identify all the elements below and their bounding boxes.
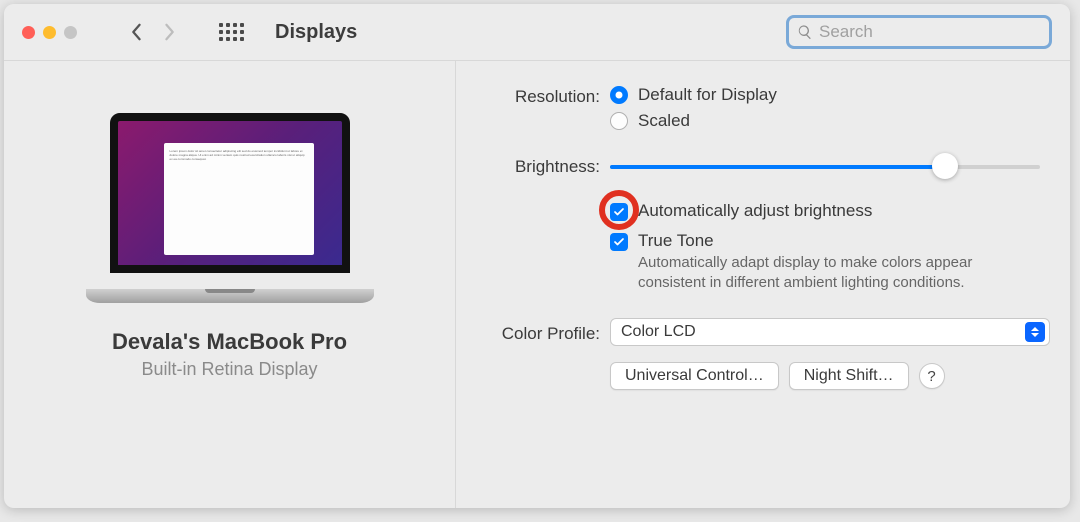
auto-brightness-label: Automatically adjust brightness: [638, 201, 872, 221]
radio-checked-icon: [610, 86, 628, 104]
laptop-preview: Lorem ipsum dolor sit amet consectetur a…: [86, 113, 374, 303]
preferences-window: Displays Lorem ipsum dolor sit amet cons…: [4, 4, 1070, 508]
laptop-base-icon: [86, 289, 374, 303]
minimize-window-button[interactable]: [43, 26, 56, 39]
radio-unchecked-icon: [610, 112, 628, 130]
laptop-screen-icon: Lorem ipsum dolor sit amet consectetur a…: [110, 113, 350, 273]
forward-button: [155, 18, 185, 46]
search-field-wrap[interactable]: [786, 15, 1052, 49]
nav-buttons: [121, 18, 185, 46]
resolution-scaled-radio[interactable]: Scaled: [610, 111, 1050, 131]
universal-control-button[interactable]: Universal Control…: [610, 362, 779, 390]
color-profile-label: Color Profile:: [476, 320, 610, 344]
color-profile-select[interactable]: Color LCD: [610, 318, 1050, 346]
chevron-right-icon: [164, 23, 176, 41]
window-title: Displays: [275, 21, 357, 44]
close-window-button[interactable]: [22, 26, 35, 39]
resolution-label: Resolution:: [476, 85, 610, 137]
resolution-default-radio[interactable]: Default for Display: [610, 85, 1050, 105]
traffic-lights: [22, 26, 77, 39]
brightness-label: Brightness:: [476, 155, 610, 177]
help-button[interactable]: ?: [919, 363, 945, 389]
checkmark-icon: [613, 236, 625, 248]
show-all-button[interactable]: [217, 18, 245, 46]
true-tone-checkbox[interactable]: [610, 233, 628, 251]
display-name: Devala's MacBook Pro: [112, 329, 347, 355]
laptop-doc-icon: Lorem ipsum dolor sit amet consectetur a…: [164, 143, 314, 255]
radio-label: Default for Display: [638, 85, 777, 105]
chevron-left-icon: [130, 23, 142, 41]
display-subtitle: Built-in Retina Display: [141, 359, 317, 380]
true-tone-label: True Tone: [638, 231, 1028, 251]
back-button[interactable]: [121, 18, 151, 46]
search-icon: [797, 24, 813, 40]
checkmark-icon: [613, 206, 625, 218]
titlebar: Displays: [4, 4, 1070, 60]
night-shift-button[interactable]: Night Shift…: [789, 362, 909, 390]
select-caret-icon: [1025, 322, 1045, 342]
zoom-window-button[interactable]: [64, 26, 77, 39]
content: Lorem ipsum dolor sit amet consectetur a…: [4, 60, 1070, 508]
brightness-slider[interactable]: [610, 157, 1040, 177]
settings-pane: Resolution: Default for Display Scaled B…: [456, 61, 1070, 508]
display-preview-pane: Lorem ipsum dolor sit amet consectetur a…: [4, 61, 456, 508]
search-input[interactable]: [819, 22, 1041, 42]
select-value: Color LCD: [621, 323, 696, 341]
auto-brightness-checkbox[interactable]: [610, 203, 628, 221]
radio-label: Scaled: [638, 111, 690, 131]
true-tone-desc: Automatically adapt display to make colo…: [638, 253, 1028, 292]
